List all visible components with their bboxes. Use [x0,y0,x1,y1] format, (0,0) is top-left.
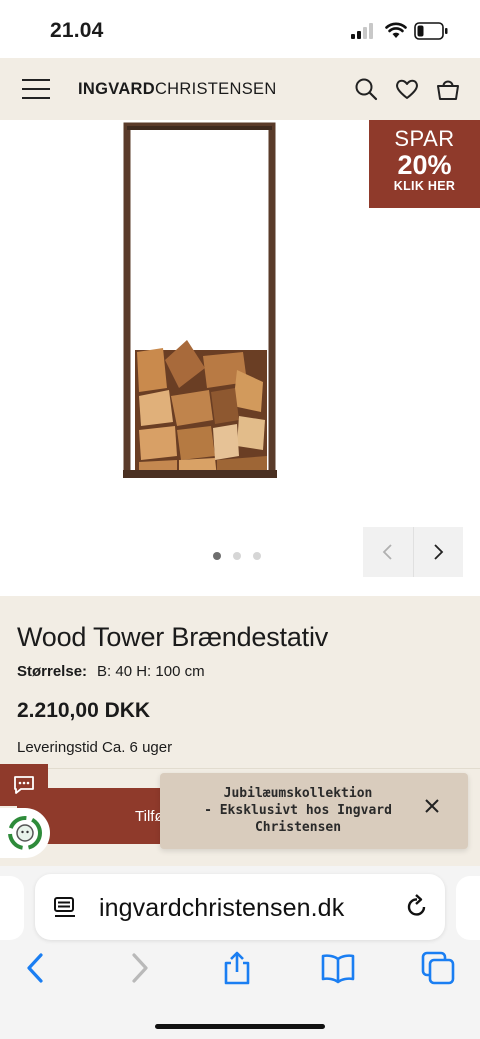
menu-icon[interactable] [22,79,50,99]
size-value: B: 40 H: 100 cm [97,663,205,680]
carousel-nav [363,527,463,577]
next-slide-button[interactable] [412,527,464,577]
product-size: Størrelse: B: 40 H: 100 cm [17,663,205,680]
wifi-icon [385,22,407,38]
trust-badge[interactable] [0,808,50,858]
bookmarks-icon[interactable] [320,950,356,986]
browser-toolbar: ingvardchristensen.dk [0,866,480,1039]
delivery-time: Leveringstid Ca. 6 uger [17,739,173,756]
logo-bold-text: INGVARD [78,80,155,98]
search-icon[interactable] [353,76,379,102]
bag-icon[interactable] [435,76,461,102]
tabs-icon[interactable] [420,950,456,986]
toast-message: Jubilæumskollektion - Eksklusivt hos Ing… [178,785,418,836]
site-logo[interactable]: INGVARDCHRISTENSEN [78,80,277,99]
back-icon[interactable] [18,950,54,986]
carousel-dots [213,552,261,560]
heart-icon[interactable] [394,76,420,102]
recycle-badge-icon [8,816,42,850]
chat-button[interactable] [0,764,48,806]
status-time: 21.04 [50,19,104,42]
signal-icon [351,23,373,39]
toast-line2: - Eksklusivt hos Ingvard [204,803,392,818]
home-indicator[interactable] [155,1024,325,1029]
next-tab-peek[interactable] [456,876,480,940]
status-bar: 21.04 [0,0,480,58]
site-header: INGVARDCHRISTENSEN [0,58,480,120]
chevron-right-icon [434,544,444,560]
reload-icon[interactable] [403,893,431,921]
address-bar[interactable]: ingvardchristensen.dk [35,874,445,940]
chevron-left-icon [382,544,392,560]
previous-tab-peek[interactable] [0,876,24,940]
logo-light-text: CHRISTENSEN [154,80,277,98]
product-price: 2.210,00 DKK [17,699,151,722]
size-label: Størrelse: [17,663,88,680]
reader-icon[interactable] [53,896,77,920]
battery-icon [414,22,448,40]
promo-line2: 20% [397,150,452,180]
forward-icon[interactable] [121,950,157,986]
carousel-dot-3[interactable] [253,552,261,560]
carousel-dot-2[interactable] [233,552,241,560]
toast-line1: Jubilæumskollektion [223,786,373,801]
product-image[interactable] [115,120,285,490]
divider [0,768,480,769]
promo-banner[interactable]: SPAR 20% KLIK HER [369,120,480,208]
prev-slide-button[interactable] [363,527,413,577]
url-text[interactable]: ingvardchristensen.dk [99,894,344,923]
promo-line3: KLIK HER [393,179,456,193]
carousel-dot-1[interactable] [213,552,221,560]
product-gallery[interactable]: SPAR 20% KLIK HER [0,120,480,596]
product-title: Wood Tower Brændestativ [17,622,329,652]
toast-line3: Christensen [254,820,342,835]
chat-icon [14,776,34,794]
share-icon[interactable] [219,950,255,986]
close-icon[interactable] [424,798,440,814]
promo-line1: SPAR [394,126,455,151]
notification-toast: Jubilæumskollektion - Eksklusivt hos Ing… [160,773,468,849]
